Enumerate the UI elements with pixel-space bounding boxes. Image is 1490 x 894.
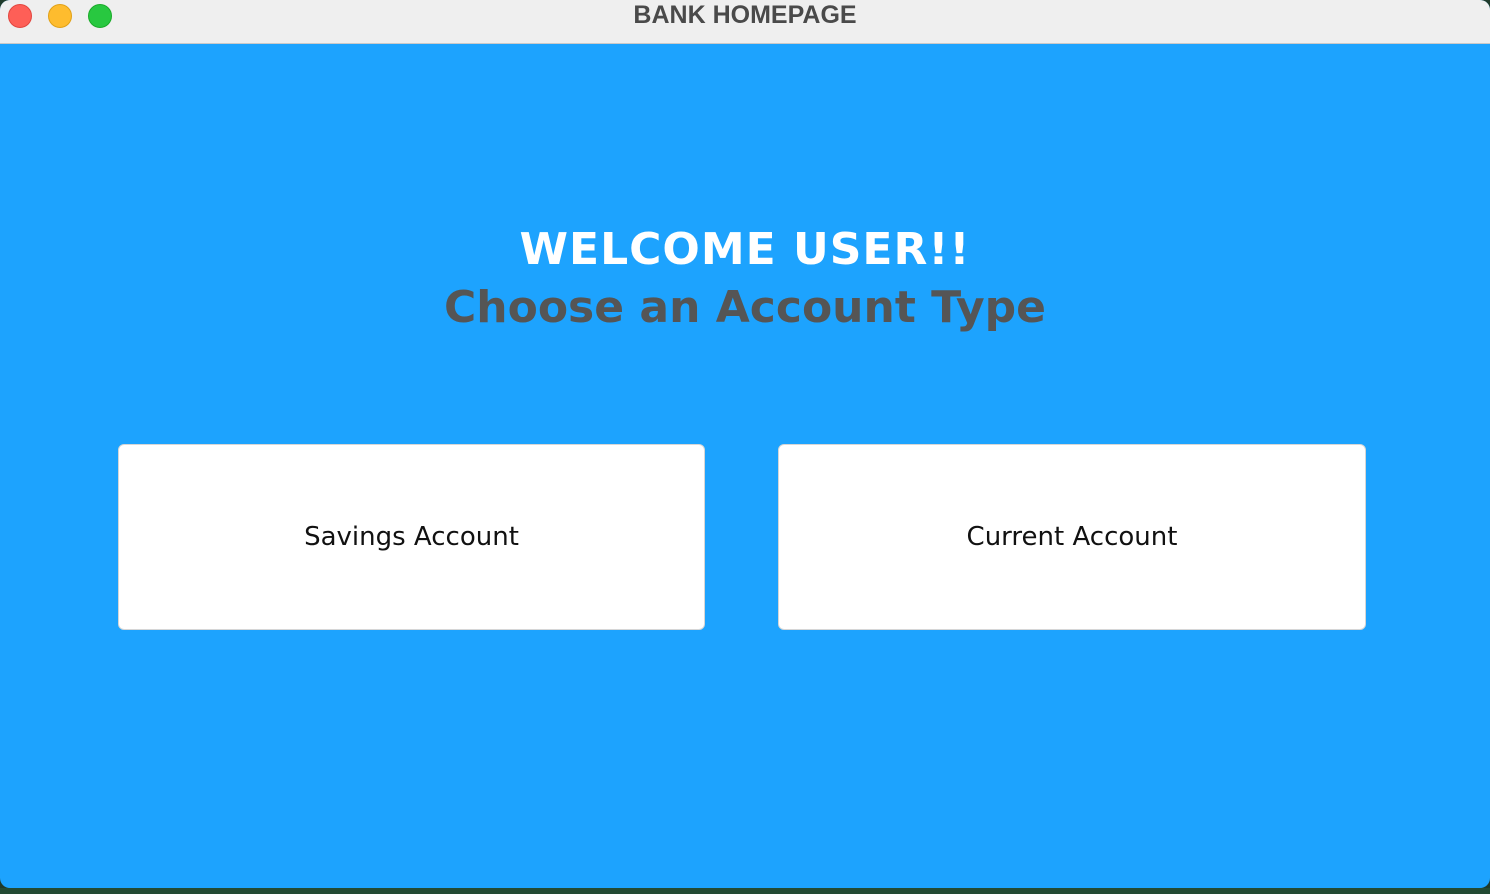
- welcome-heading: WELCOME USER!!: [519, 224, 971, 275]
- title-bar[interactable]: BANK HOMEPAGE: [0, 0, 1490, 44]
- current-account-button[interactable]: Current Account: [778, 444, 1366, 630]
- window-title: BANK HOMEPAGE: [633, 1, 857, 29]
- app-window: BANK HOMEPAGE WELCOME USER!! Choose an A…: [0, 0, 1490, 888]
- desktop-background: [0, 888, 1490, 894]
- current-account-label: Current Account: [966, 522, 1178, 552]
- main-content: WELCOME USER!! Choose an Account Type Sa…: [0, 44, 1490, 888]
- savings-account-label: Savings Account: [304, 522, 519, 552]
- choose-account-heading: Choose an Account Type: [443, 282, 1046, 333]
- savings-account-button[interactable]: Savings Account: [118, 444, 705, 630]
